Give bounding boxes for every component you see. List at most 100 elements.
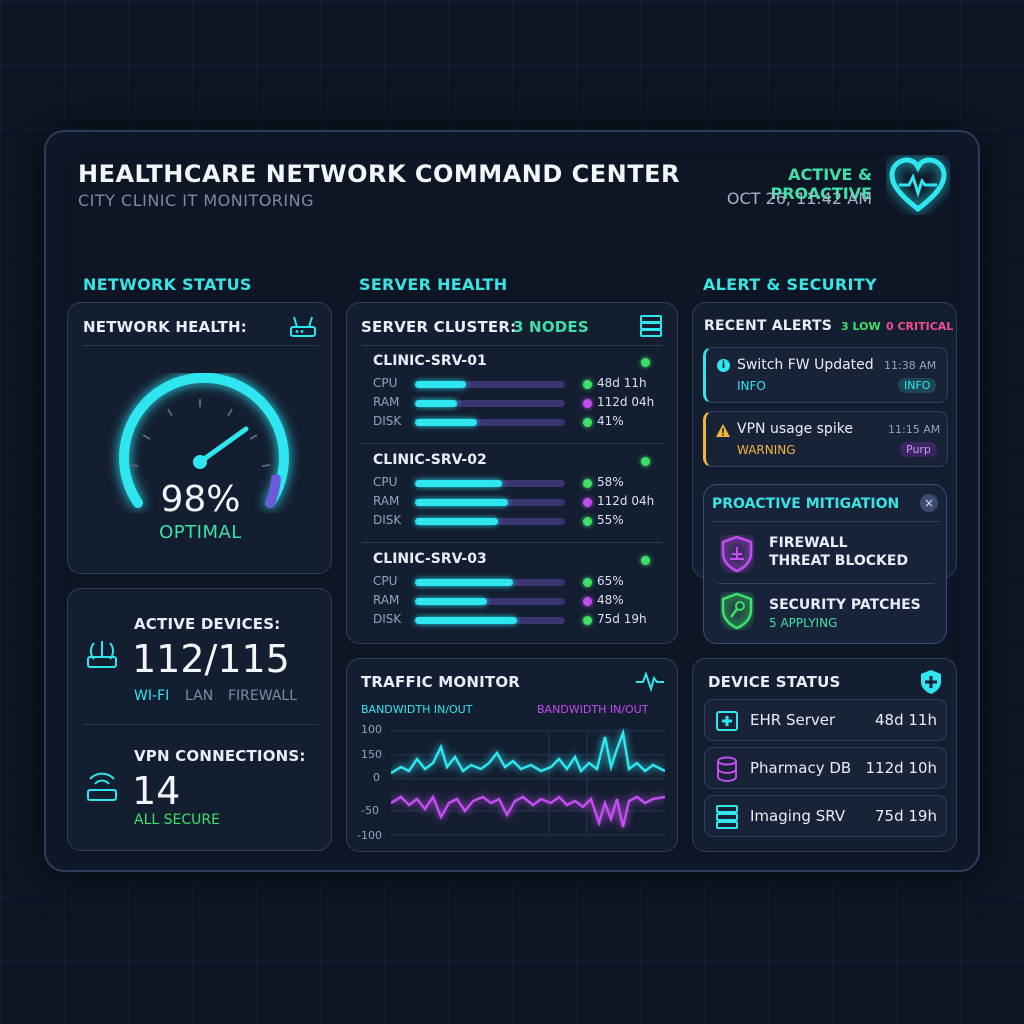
database-icon xyxy=(715,756,739,786)
server-node-name[interactable]: CLINIC-SRV-03 xyxy=(373,551,487,567)
metric-label: DISK xyxy=(373,513,402,527)
metric-bar-fill xyxy=(415,499,508,506)
close-icon[interactable]: × xyxy=(920,494,938,512)
alert-level: WARNING xyxy=(737,443,796,457)
vpn-label: VPN CONNECTIONS: xyxy=(134,747,306,765)
alert-security-heading: ALERT & SECURITY xyxy=(703,275,877,294)
mitigation-line1: SECURITY PATCHES xyxy=(769,597,921,613)
metric-bar xyxy=(415,579,565,586)
router-icon xyxy=(288,315,318,343)
mitigation-line2: 5 APPLYING xyxy=(769,616,838,630)
traffic-monitor-panel: TRAFFIC MONITOR BANDWIDTH IN/OUT BANDWID… xyxy=(346,658,678,852)
metric-label: DISK xyxy=(373,414,402,428)
device-name: Imaging SRV xyxy=(750,807,846,825)
y-tick: -50 xyxy=(361,804,379,817)
server-stack-icon xyxy=(715,804,739,834)
server-online-indicator xyxy=(641,457,650,466)
server-online-indicator xyxy=(641,556,650,565)
critical-alert-count: 0 CRITICAL xyxy=(886,320,954,333)
metric-bar-fill xyxy=(415,400,457,407)
server-node-name[interactable]: CLINIC-SRV-01 xyxy=(373,353,487,369)
metric-value: 55% xyxy=(597,513,624,527)
metric-value: 48d 11h xyxy=(597,376,647,390)
metric-status-dot xyxy=(583,616,592,625)
page-title: HEALTHCARE NETWORK COMMAND CENTER xyxy=(78,160,680,188)
device-type-wifi: WI-FI xyxy=(134,688,170,704)
server-rack-icon xyxy=(639,314,663,342)
active-devices-value: 112/115 xyxy=(132,637,290,681)
metric-value: 112d 04h xyxy=(597,494,655,508)
metric-label: RAM xyxy=(373,494,400,508)
active-devices-label: ACTIVE DEVICES: xyxy=(134,615,281,633)
metric-value: 58% xyxy=(597,475,624,489)
low-alert-count: 3 LOW xyxy=(841,320,881,333)
device-row[interactable]: EHR Server 48d 11h xyxy=(704,699,947,741)
alert-badge: Purp xyxy=(900,442,937,457)
metric-label: RAM xyxy=(373,593,400,607)
alert-level: INFO xyxy=(737,379,766,393)
device-uptime: 75d 19h xyxy=(875,807,937,825)
server-node-name[interactable]: CLINIC-SRV-02 xyxy=(373,452,487,468)
y-tick: -100 xyxy=(357,829,382,842)
device-name: EHR Server xyxy=(750,711,836,729)
alert-title: Switch FW Updated xyxy=(737,357,874,373)
device-status-title: DEVICE STATUS xyxy=(708,673,841,691)
bandwidth-out-line xyxy=(391,794,665,828)
metric-value: 112d 04h xyxy=(597,395,655,409)
firewall-shield-icon xyxy=(720,535,754,577)
health-percentage: 98% xyxy=(160,479,241,520)
metric-value: 65% xyxy=(597,574,624,588)
device-row[interactable]: Imaging SRV 75d 19h xyxy=(704,795,947,837)
device-row[interactable]: Pharmacy DB 112d 10h xyxy=(704,747,947,789)
server-cluster-panel: SERVER CLUSTER: 3 NODES CLINIC-SRV-01 CPU… xyxy=(346,302,678,644)
server-online-indicator xyxy=(641,358,650,367)
vpn-status: ALL SECURE xyxy=(134,812,220,828)
pulse-icon xyxy=(635,669,665,697)
metric-bar-fill xyxy=(415,518,498,525)
metric-bar-fill xyxy=(415,480,502,487)
traffic-chart xyxy=(391,728,665,836)
metric-status-dot xyxy=(583,380,592,389)
network-health-title: NETWORK HEALTH: xyxy=(83,318,247,336)
mitigation-panel: PROACTIVE MITIGATION × FIREWALL THREAT B… xyxy=(703,484,947,644)
info-icon: i xyxy=(717,359,730,372)
metric-bar xyxy=(415,419,565,426)
alert-badge: INFO xyxy=(898,378,937,393)
metric-value: 75d 19h xyxy=(597,612,647,626)
metric-bar xyxy=(415,598,565,605)
network-health-panel: NETWORK HEALTH: 98% OPTIMAL xyxy=(67,302,332,574)
health-state: OPTIMAL xyxy=(159,522,242,543)
vpn-value: 14 xyxy=(132,769,181,813)
legend-out: BANDWIDTH IN/OUT xyxy=(537,703,649,716)
metric-bar-fill xyxy=(415,579,513,586)
cluster-label: SERVER CLUSTER: xyxy=(361,318,517,336)
metric-bar xyxy=(415,499,565,506)
device-uptime: 112d 10h xyxy=(865,759,937,777)
mitigation-line2: THREAT BLOCKED xyxy=(769,553,909,569)
metric-bar xyxy=(415,617,565,624)
alert-item[interactable]: VPN usage spike 11:15 AM WARNING Purp xyxy=(703,411,948,467)
device-name: Pharmacy DB xyxy=(750,759,852,777)
cluster-count: 3 NODES xyxy=(513,318,589,336)
metric-bar-fill xyxy=(415,381,466,388)
y-tick: 100 xyxy=(361,723,382,736)
alert-item[interactable]: i Switch FW Updated 11:38 AM INFO INFO xyxy=(703,347,948,403)
metric-label: CPU xyxy=(373,376,398,390)
device-type-lan: LAN xyxy=(185,688,214,704)
legend-in: BANDWIDTH IN/OUT xyxy=(361,703,473,716)
metric-status-dot xyxy=(583,498,592,507)
metric-status-dot xyxy=(583,578,592,587)
mitigation-title: PROACTIVE MITIGATION xyxy=(712,496,900,512)
metric-bar-fill xyxy=(415,598,487,605)
metric-status-dot xyxy=(583,517,592,526)
metric-label: CPU xyxy=(373,574,398,588)
patch-shield-icon xyxy=(720,592,754,634)
mitigation-line1: FIREWALL xyxy=(769,535,848,551)
devices-vpn-panel: ACTIVE DEVICES: 112/115 WI-FI LAN FIREWA… xyxy=(67,588,332,851)
network-status-heading: NETWORK STATUS xyxy=(83,275,252,294)
metric-bar xyxy=(415,518,565,525)
metric-label: CPU xyxy=(373,475,398,489)
metric-label: DISK xyxy=(373,612,402,626)
metric-status-dot xyxy=(583,399,592,408)
recent-alerts-title: RECENT ALERTS xyxy=(704,318,833,334)
